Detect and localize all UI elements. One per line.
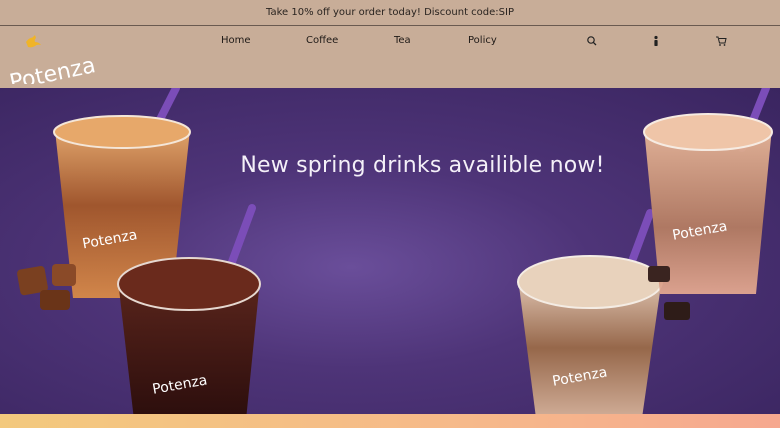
promo-bar: Take 10% off your order today! Discount … (0, 0, 780, 26)
hero-drinks-image: Potenza Potenza Potenza Potenza (17, 88, 773, 414)
brand-name: Potenza (7, 53, 97, 84)
hero-headline: New spring drinks availible now! (240, 153, 605, 178)
nav-home[interactable]: Home (221, 35, 251, 46)
promo-text: Take 10% off your order today! Discount … (266, 7, 514, 18)
nav-tea[interactable]: Tea (394, 35, 411, 46)
nav-policy[interactable]: Policy (468, 35, 497, 46)
brand-logo[interactable]: Potenza (6, 32, 132, 84)
cart-icon[interactable] (714, 34, 728, 48)
account-icon[interactable] (649, 34, 663, 48)
search-icon[interactable] (585, 34, 599, 48)
site-header: Potenza Home Coffee Tea Policy (0, 26, 780, 88)
svg-text:Potenza: Potenza (7, 53, 97, 84)
hero-banner[interactable]: Potenza Potenza Potenza Potenza New spri… (0, 88, 780, 414)
nav-coffee[interactable]: Coffee (306, 35, 338, 46)
bottom-color-band (0, 414, 780, 428)
